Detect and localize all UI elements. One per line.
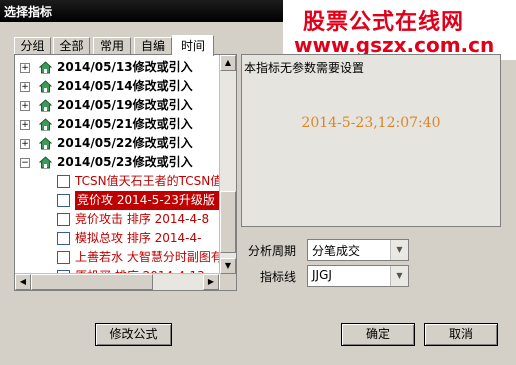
tree-folder[interactable]: + 2014/05/13修改或引入 xyxy=(15,58,219,77)
indicator-icon xyxy=(57,232,70,245)
house-icon xyxy=(39,99,52,112)
indicator-icon xyxy=(57,213,70,226)
cancel-button[interactable]: 取消 xyxy=(424,323,498,346)
tab-all[interactable]: 全部 xyxy=(53,37,90,55)
collapse-icon[interactable]: − xyxy=(20,158,30,168)
tab-custom[interactable]: 自编 xyxy=(134,37,172,55)
tree-folder-label: 2014/05/13修改或引入 xyxy=(57,60,193,74)
vertical-scrollbar[interactable]: ▲ ▼ xyxy=(219,55,236,274)
tree-folder[interactable]: + 2014/05/22修改或引入 xyxy=(15,134,219,153)
scroll-thumb[interactable] xyxy=(220,191,236,253)
scroll-right-icon[interactable]: ▶ xyxy=(203,274,219,290)
expand-icon[interactable]: + xyxy=(20,101,30,111)
tree-folder[interactable]: + 2014/05/19修改或引入 xyxy=(15,96,219,115)
indicator-icon xyxy=(57,251,70,264)
tree-folder-label: 2014/05/14修改或引入 xyxy=(57,79,193,93)
modify-formula-button[interactable]: 修改公式 xyxy=(95,323,172,346)
window-title: 选择指标 xyxy=(4,5,53,19)
ok-button[interactable]: 确定 xyxy=(341,323,415,346)
tree-item[interactable]: 竞价攻 2014-5-23升级版 (不 xyxy=(15,191,236,210)
tree-folder-label: 2014/05/19修改或引入 xyxy=(57,98,193,112)
watermark-line1: 股票公式在线网 xyxy=(303,10,465,35)
period-label: 分析周期 xyxy=(248,244,297,258)
scroll-thumb[interactable] xyxy=(31,274,153,290)
tree-folder-label: 2014/05/22修改或引入 xyxy=(57,136,193,150)
period-value: 分笔成交 xyxy=(312,244,361,258)
tree-item-label: TCSN值天石王者的TCSN值 xyxy=(75,174,223,188)
chevron-down-icon[interactable]: ▼ xyxy=(390,240,408,260)
scroll-left-icon[interactable]: ◀ xyxy=(15,274,31,290)
tree-folder-label: 2014/05/23修改或引入 xyxy=(57,155,193,169)
indicator-line-select[interactable]: JJGJ ▼ xyxy=(307,265,409,287)
tree-item-label: 上善若水 大智慧分时副图有 xyxy=(75,250,223,264)
scroll-down-icon[interactable]: ▼ xyxy=(220,258,236,274)
expand-icon[interactable]: + xyxy=(20,120,30,130)
tree-folder-label: 2014/05/21修改或引入 xyxy=(57,117,193,131)
house-icon xyxy=(39,156,52,169)
tree-item[interactable]: 上善若水 大智慧分时副图有 xyxy=(15,248,223,267)
house-icon xyxy=(39,118,52,131)
expand-icon[interactable]: + xyxy=(20,63,30,73)
description-panel: 本指标无参数需要设置 2014-5-23,12:07:40 xyxy=(241,54,501,227)
tree-item[interactable]: 竞价攻击 排序 2014-4-8 xyxy=(15,210,219,229)
horizontal-scrollbar[interactable]: ◀ ▶ xyxy=(15,273,219,290)
tree-item-label: 竞价攻 2014-5-23升级版 (不 xyxy=(75,191,236,210)
indicator-line-value: JJGJ xyxy=(312,268,332,282)
indicator-tree[interactable]: + 2014/05/13修改或引入 + 2014/05/14修改或引入 + 20… xyxy=(14,54,237,291)
house-icon xyxy=(39,137,52,150)
chevron-down-icon[interactable]: ▼ xyxy=(390,266,408,286)
tree-folder[interactable]: + 2014/05/21修改或引入 xyxy=(15,115,219,134)
tab-group[interactable]: 分组 xyxy=(14,37,51,55)
tab-time[interactable]: 时间 xyxy=(172,35,214,56)
tree-item[interactable]: TCSN值天石王者的TCSN值 xyxy=(15,172,223,191)
watermark: 股票公式在线网 www.gszx.com.cn xyxy=(283,0,516,60)
scrollbar-corner xyxy=(220,274,236,290)
indicator-icon xyxy=(57,194,70,207)
expand-icon[interactable]: + xyxy=(20,139,30,149)
description-time: 2014-5-23,12:07:40 xyxy=(301,115,441,131)
scroll-up-icon[interactable]: ▲ xyxy=(220,55,236,71)
house-icon xyxy=(39,80,52,93)
indicator-icon xyxy=(57,175,70,188)
tree-folder[interactable]: + 2014/05/14修改或引入 xyxy=(15,77,219,96)
period-select[interactable]: 分笔成交 ▼ xyxy=(307,239,409,261)
tree-item-label: 竞价攻击 排序 2014-4-8 xyxy=(75,212,210,226)
description-note: 本指标无参数需要设置 xyxy=(244,61,365,75)
tree-item-label: 模拟总攻 排序 2014-4- xyxy=(75,231,202,245)
expand-icon[interactable]: + xyxy=(20,82,30,92)
tree-folder[interactable]: − 2014/05/23修改或引入 xyxy=(15,153,219,172)
tree-item[interactable]: 模拟总攻 排序 2014-4- xyxy=(15,229,219,248)
indicator-line-label: 指标线 xyxy=(260,270,297,284)
house-icon xyxy=(39,61,52,74)
tab-common[interactable]: 常用 xyxy=(93,37,131,55)
